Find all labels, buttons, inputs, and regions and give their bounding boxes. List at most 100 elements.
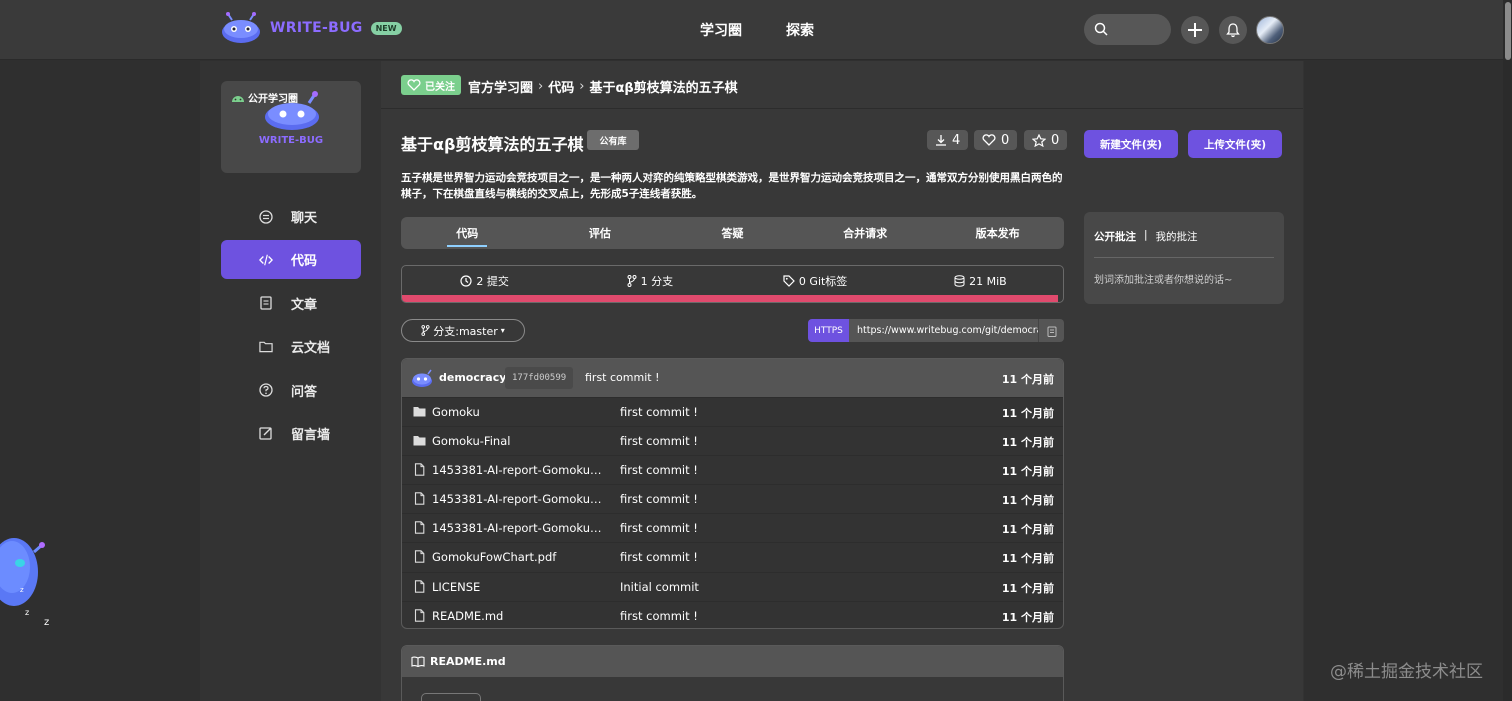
file-name[interactable]: LICENSE <box>432 580 604 594</box>
file-row[interactable]: LICENSE Initial commit 11 个月前 <box>402 571 1063 601</box>
download-icon <box>936 135 946 146</box>
file-icon <box>413 521 426 535</box>
followed-badge[interactable]: 已关注 <box>401 75 461 95</box>
nav-study-circle[interactable]: 学习圈 <box>700 20 742 40</box>
breadcrumb: 官方学习圈 › 代码 › 基于αβ剪枝算法的五子棋 <box>468 77 738 96</box>
tab-qa[interactable]: 答疑 <box>666 217 799 249</box>
star-count-button[interactable]: 0 <box>1024 130 1068 150</box>
followed-label: 已关注 <box>425 81 455 93</box>
file-row[interactable]: GomokuFowChart.pdf first commit ! 11 个月前 <box>402 542 1063 571</box>
repo-title: 基于αβ剪枝算法的五子棋 <box>401 135 584 154</box>
file-name[interactable]: Gomoku-Final <box>432 434 604 448</box>
caret-down-icon: ▾ <box>500 326 505 335</box>
page-scrollbar[interactable] <box>1503 0 1512 701</box>
user-avatar[interactable] <box>1256 16 1284 44</box>
search-input[interactable] <box>1114 20 1164 38</box>
file-commit-message[interactable]: first commit ! <box>620 550 698 564</box>
new-file-button[interactable]: 新建文件(夹) <box>1084 130 1178 158</box>
clone-url-input[interactable]: https://www.writebug.com/git/democracy <box>849 319 1038 342</box>
add-button[interactable] <box>1181 16 1209 44</box>
breadcrumb-item-circle[interactable]: 官方学习圈 <box>468 77 533 96</box>
latest-commit: democracy 177fd00599 first commit ! 11 个… <box>402 359 1063 397</box>
sidebar-item-label: 文章 <box>291 297 318 313</box>
file-commit-message[interactable]: first commit ! <box>620 405 698 419</box>
tab-code[interactable]: 代码 <box>401 217 534 249</box>
notifications-button[interactable] <box>1219 16 1247 44</box>
sidebar-item-article[interactable]: 文章 <box>221 284 361 323</box>
tab-evaluation[interactable]: 评估 <box>534 217 667 249</box>
branches-count: 1 分支 <box>640 275 674 288</box>
tab-merge-requests[interactable]: 合并请求 <box>799 217 932 249</box>
sidebar-item-message-wall[interactable]: 留言墙 <box>221 414 361 453</box>
file-row[interactable]: 1453381-AI-report-Gomoku .p... first comm… <box>402 455 1063 484</box>
nav-explore[interactable]: 探索 <box>786 20 814 40</box>
chevron-right-icon: › <box>579 79 585 94</box>
commit-author[interactable]: democracy <box>439 371 506 384</box>
tags-stat[interactable]: 0 Git标签 <box>733 273 898 289</box>
file-name[interactable]: GomokuFowChart.pdf <box>432 550 604 564</box>
language-bar <box>402 295 1059 302</box>
tab-releases[interactable]: 版本发布 <box>931 217 1064 249</box>
file-commit-message[interactable]: first commit ! <box>620 521 698 535</box>
file-name[interactable]: 1453381-AI-report-Gomoku.d... <box>432 492 604 506</box>
file-commit-message[interactable]: first commit ! <box>620 463 698 477</box>
sidebar-item-qa[interactable]: 问答 <box>221 371 361 410</box>
file-commit-message[interactable]: first commit ! <box>620 492 698 506</box>
repo-description: 五子棋是世界智力运动会竞技项目之一，是一种两人对弈的纯策略型棋类游戏，是世界智力… <box>401 172 1063 200</box>
tab-my-annotations[interactable]: 我的批注 <box>1156 229 1198 244</box>
file-commit-message[interactable]: first commit ! <box>620 434 698 448</box>
file-name[interactable]: Gomoku <box>432 405 604 419</box>
upload-file-button[interactable]: 上传文件(夹) <box>1188 130 1282 158</box>
search-box[interactable] <box>1084 14 1171 45</box>
file-row[interactable]: Gomoku-Final first commit ! 11 个月前 <box>402 426 1063 455</box>
android-icon <box>232 95 244 102</box>
sidebar-item-cloud-docs[interactable]: 云文档 <box>221 327 361 366</box>
floating-mascot-icon[interactable]: z z z <box>0 527 60 627</box>
file-row[interactable]: README.md first commit ! 11 个月前 <box>402 600 1063 628</box>
brand-logo[interactable]: WRITE-BUG NEW <box>220 12 402 44</box>
commit-time: 11 个月前 <box>1001 373 1054 386</box>
tab-public-annotations[interactable]: 公开批注 <box>1094 229 1136 244</box>
branch-selector[interactable]: 分支:master ▾ <box>401 319 525 342</box>
sidebar-item-label: 问答 <box>291 384 318 400</box>
book-icon <box>411 656 425 667</box>
file-row[interactable]: 1453381-AI-report-Gomoku.pdf first commit… <box>402 513 1063 542</box>
protocol-button[interactable]: HTTPS <box>808 319 849 342</box>
sidebar-item-chat[interactable]: 聊天 <box>221 197 361 236</box>
file-commit-message[interactable]: first commit ! <box>620 609 698 623</box>
file-name[interactable]: 1453381-AI-report-Gomoku.pdf <box>432 521 604 535</box>
brand-name: WRITE-BUG <box>270 20 363 36</box>
file-row[interactable]: 1453381-AI-report-Gomoku.d... first commi… <box>402 484 1063 513</box>
download-count-button[interactable]: 4 <box>927 130 969 150</box>
commits-stat[interactable]: 2 提交 <box>402 273 567 289</box>
file-commit-time: 11 个月前 <box>1001 552 1054 566</box>
branches-stat[interactable]: 1 分支 <box>567 273 732 289</box>
sidebar-item-code[interactable]: 代码 <box>221 240 361 280</box>
file-commit-time: 11 个月前 <box>1001 436 1054 450</box>
like-count-button[interactable]: 0 <box>974 130 1018 150</box>
readme-header: README.md <box>402 646 1063 677</box>
breadcrumb-item-repo[interactable]: 基于αβ剪枝算法的五子棋 <box>589 77 737 96</box>
file-commit-time: 11 个月前 <box>1001 523 1054 537</box>
file-name[interactable]: README.md <box>432 609 604 623</box>
scrollbar-thumb[interactable] <box>1505 2 1511 60</box>
copy-button[interactable] <box>1038 319 1064 342</box>
breadcrumb-item-code[interactable]: 代码 <box>548 77 574 96</box>
svg-text:z: z <box>44 617 49 627</box>
database-icon <box>954 275 965 287</box>
article-icon <box>259 296 273 310</box>
file-row[interactable]: Gomoku first commit ! 11 个月前 <box>402 397 1063 426</box>
file-name[interactable]: 1453381-AI-report-Gomoku .p... <box>432 463 604 477</box>
commit-hash[interactable]: 177fd00599 <box>505 367 574 389</box>
visibility-badge: 公有库 <box>587 130 639 150</box>
bell-icon <box>1226 22 1240 37</box>
branch-icon <box>627 275 637 287</box>
commit-message[interactable]: first commit ! <box>585 371 659 384</box>
file-icon <box>413 550 426 564</box>
branch-label: 分支:master <box>433 324 498 338</box>
folder-icon <box>413 434 426 447</box>
circle-card[interactable]: 公开学习圈 WRITE-BUG <box>221 81 361 173</box>
file-commit-message[interactable]: Initial commit <box>620 580 699 594</box>
file-commit-time: 11 个月前 <box>1001 494 1054 508</box>
svg-text:z: z <box>25 608 29 617</box>
